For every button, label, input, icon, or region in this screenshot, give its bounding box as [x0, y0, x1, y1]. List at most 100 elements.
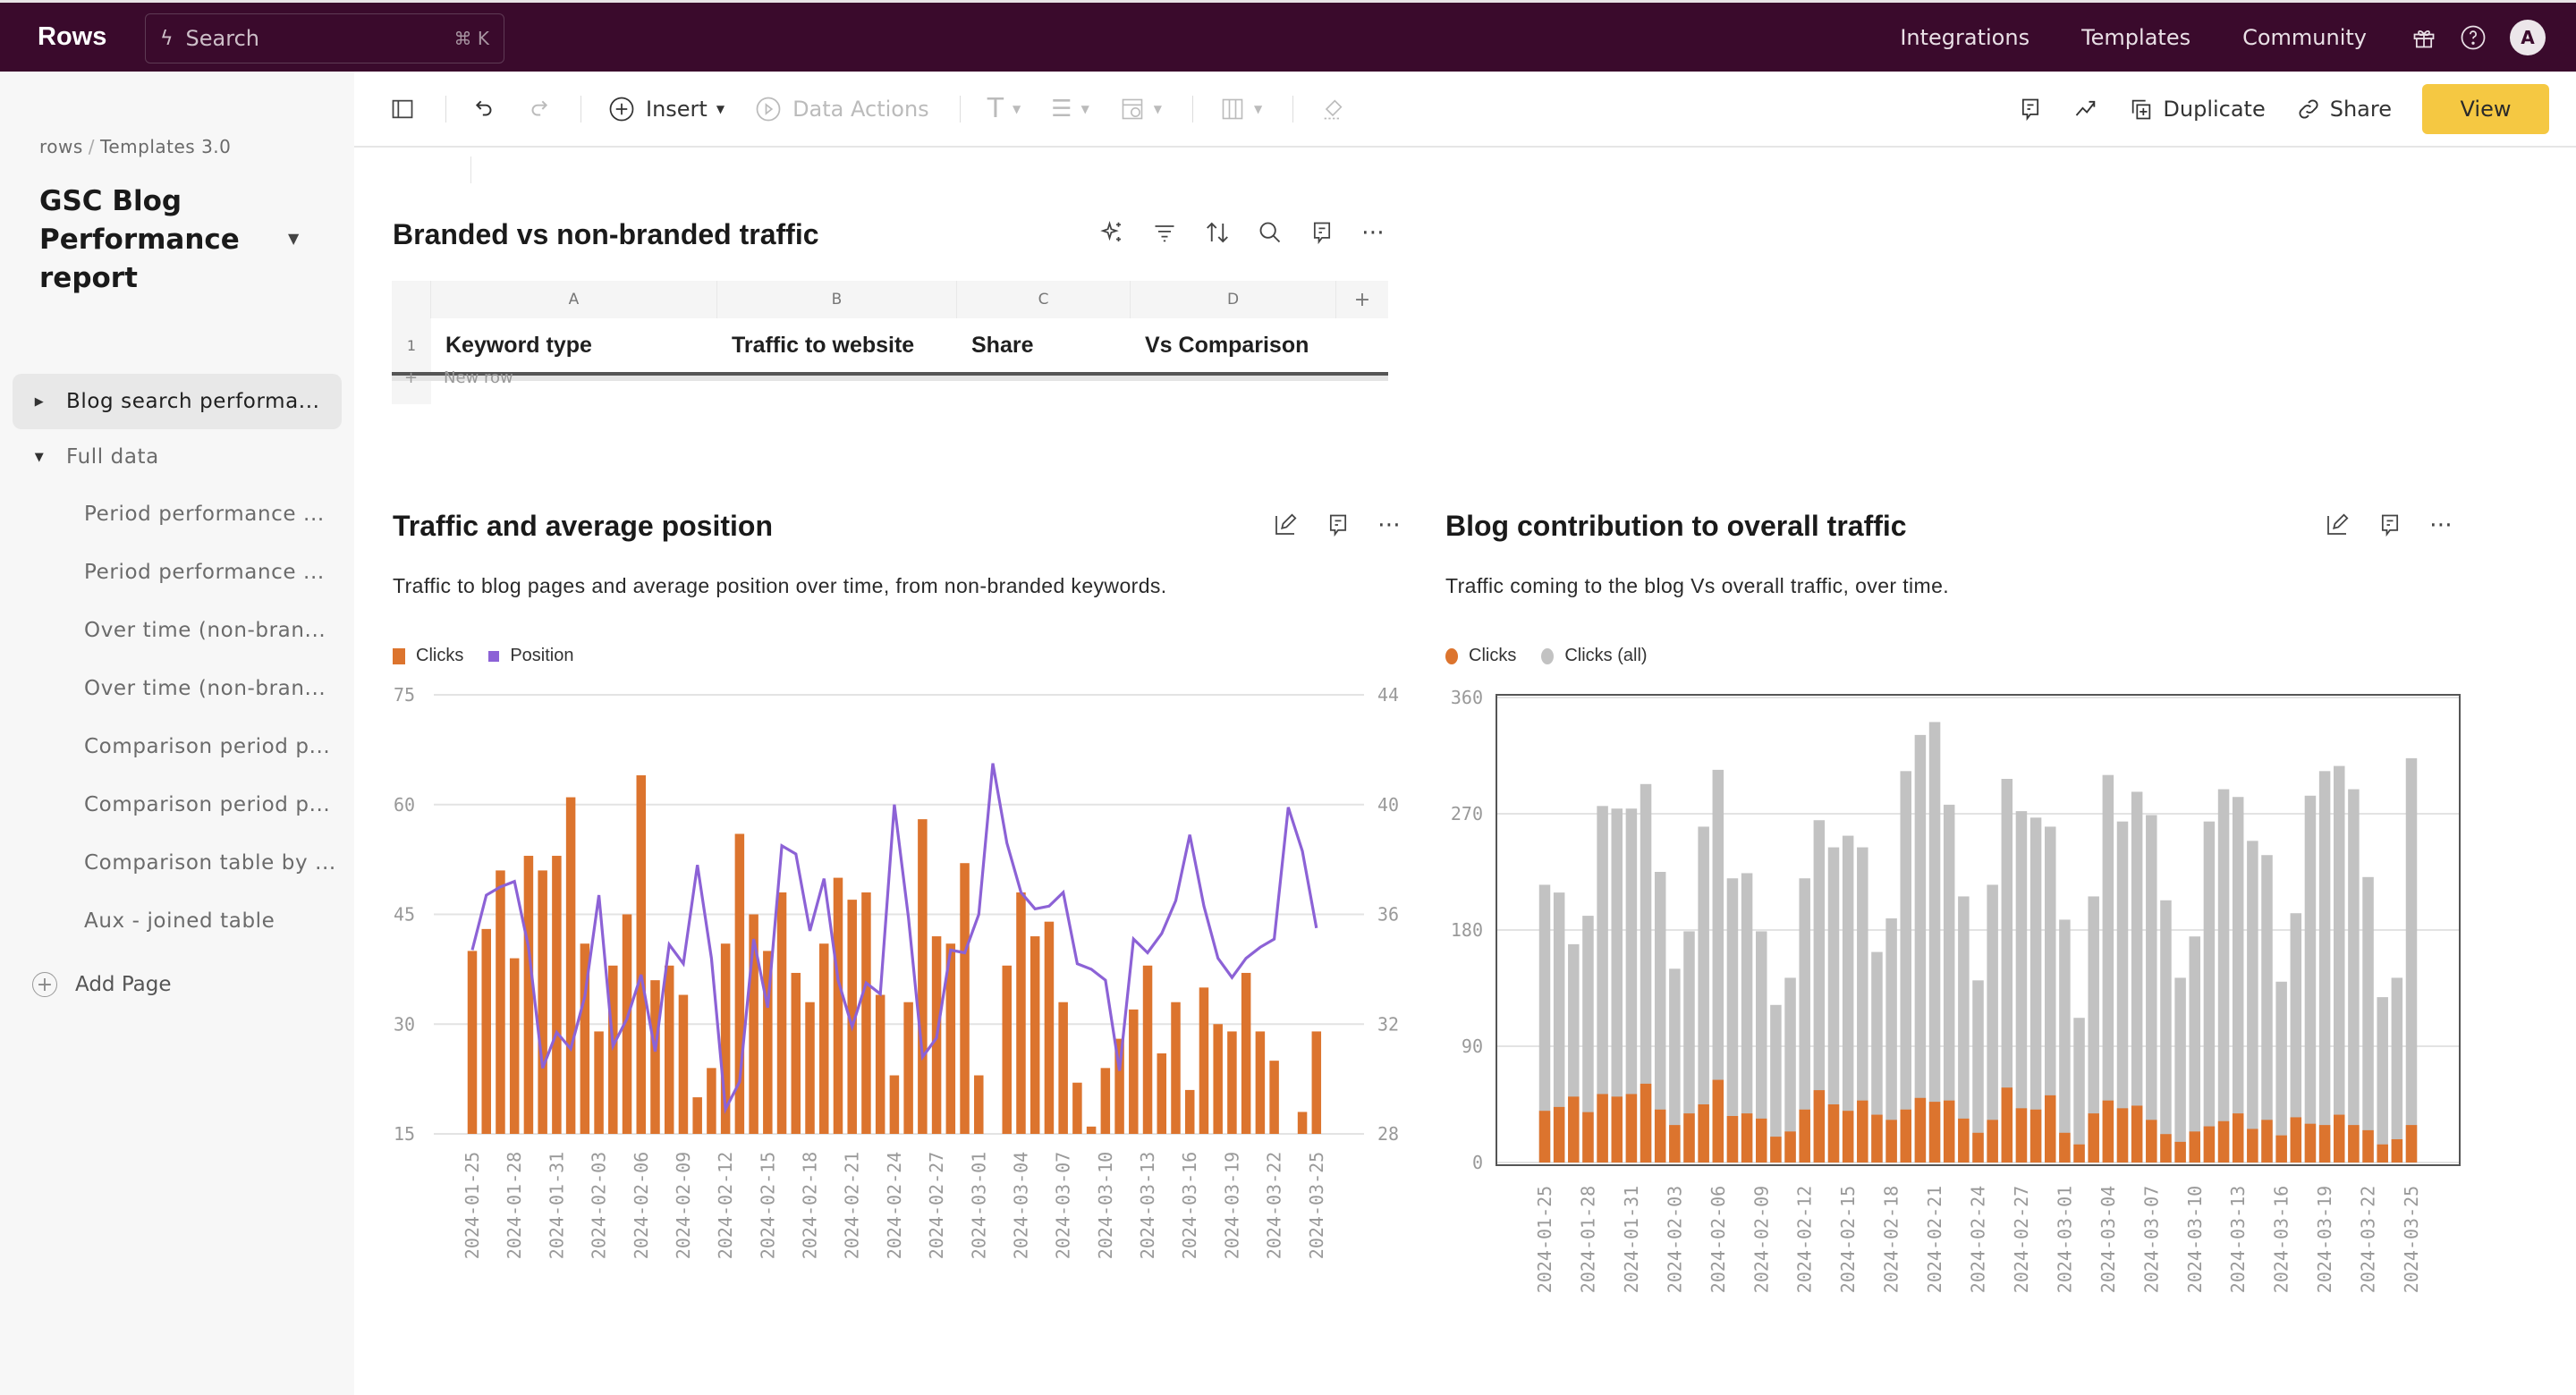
- trend-icon[interactable]: [2073, 97, 2098, 122]
- rows-logo[interactable]: Rows: [38, 22, 106, 52]
- clicks-bar: [1142, 965, 1153, 1134]
- play-circle-icon: [756, 97, 781, 121]
- clicks-bar: [1712, 1079, 1724, 1162]
- nav-community[interactable]: Community: [2242, 25, 2367, 50]
- clicks-bar: [776, 892, 787, 1134]
- more-options-icon[interactable]: ⋯: [1377, 512, 1401, 538]
- page-full-data[interactable]: ▼ Full data: [13, 429, 342, 485]
- clicks-all-bar: [2391, 977, 2403, 1162]
- legend-item-clicks-all[interactable]: Clicks (all): [1541, 646, 1648, 666]
- duplicate-button[interactable]: Duplicate: [2129, 97, 2266, 122]
- x-tick-label: 2024-02-24: [1968, 1186, 1989, 1293]
- clicks-bar: [1784, 1131, 1796, 1162]
- number-format-button[interactable]: ▼: [1220, 97, 1262, 122]
- x-tick-label: 2024-02-15: [757, 1152, 778, 1259]
- clicks-all-bar: [2203, 821, 2216, 1162]
- clicks-bar: [2015, 1108, 2028, 1162]
- x-tick-label: 2024-03-10: [1095, 1152, 1116, 1259]
- clicks-bar: [1227, 1031, 1237, 1134]
- comment-icon[interactable]: [1326, 512, 1351, 537]
- clicks-bar: [861, 892, 871, 1134]
- toolbar-divider: [580, 95, 581, 123]
- legend-item-clicks[interactable]: Clicks: [393, 646, 463, 666]
- subpage-item[interactable]: Aux - joined table: [13, 892, 342, 950]
- corner-cell[interactable]: [392, 281, 431, 318]
- share-button[interactable]: Share: [2296, 97, 2392, 122]
- new-row-plus-icon: +: [404, 368, 419, 387]
- add-page-button[interactable]: + Add Page: [13, 953, 342, 1016]
- help-icon[interactable]: [2460, 24, 2487, 51]
- comment-icon[interactable]: [2377, 512, 2402, 537]
- caret-down-icon[interactable]: ▼: [13, 451, 66, 464]
- caret-down-icon: ▼: [1013, 102, 1021, 115]
- breadcrumb-folder[interactable]: Templates 3.0: [100, 136, 231, 157]
- caret-right-icon[interactable]: ▶: [13, 395, 66, 409]
- new-row-button[interactable]: + New row: [392, 368, 1388, 387]
- toggle-sidebar-button[interactable]: [390, 97, 415, 122]
- column-header-a[interactable]: A: [431, 281, 717, 318]
- sort-icon[interactable]: [1204, 219, 1231, 246]
- clicks-bar: [1157, 1053, 1167, 1134]
- ai-sparkle-icon[interactable]: [1098, 219, 1125, 246]
- view-button[interactable]: View: [2422, 83, 2549, 134]
- clicks-bar: [2275, 1135, 2287, 1162]
- legend-item-position[interactable]: Position: [488, 646, 574, 666]
- document-menu-caret-icon[interactable]: ▼: [288, 230, 299, 247]
- subpage-item[interactable]: Period performance ...: [13, 543, 342, 601]
- subpage-item[interactable]: Comparison period p...: [13, 775, 342, 833]
- clicks-bar: [1058, 1002, 1068, 1134]
- more-options-icon[interactable]: ⋯: [2429, 512, 2453, 538]
- clear-format-button[interactable]: [1320, 97, 1345, 122]
- user-avatar[interactable]: A: [2510, 19, 2546, 55]
- clicks-all-bar: [2146, 815, 2157, 1162]
- edit-icon[interactable]: [2324, 512, 2351, 538]
- x-tick-label: 2024-02-06: [1707, 1186, 1729, 1293]
- subpage-item[interactable]: Comparison table by ...: [13, 833, 342, 892]
- sheet-gutter-divider: [470, 156, 471, 183]
- row-number[interactable]: 1: [392, 318, 431, 372]
- filter-icon[interactable]: [1152, 220, 1177, 245]
- column-header-c[interactable]: C: [957, 281, 1131, 318]
- comment-icon[interactable]: [1309, 220, 1335, 245]
- comments-icon[interactable]: [2018, 97, 2043, 122]
- align-button[interactable]: ☰ ▼: [1051, 96, 1089, 123]
- gift-icon[interactable]: [2411, 25, 2436, 50]
- page-label: Full data: [66, 445, 159, 469]
- legend-item-clicks[interactable]: Clicks: [1445, 646, 1516, 666]
- add-column-button[interactable]: +: [1336, 281, 1388, 318]
- table-title[interactable]: Branded vs non-branded traffic: [393, 218, 819, 251]
- more-options-icon[interactable]: ⋯: [1361, 219, 1385, 246]
- column-header-d[interactable]: D: [1131, 281, 1336, 318]
- edit-icon[interactable]: [1272, 512, 1299, 538]
- clicks-bar: [791, 972, 801, 1134]
- header-cell[interactable]: Traffic to website: [717, 333, 957, 359]
- top-bar: Rows ϟ Search ⌘ K Integrations Templates…: [0, 0, 2576, 72]
- clicks-bar: [1016, 892, 1026, 1134]
- header-cell[interactable]: Vs Comparison: [1131, 333, 1336, 359]
- cell-style-button[interactable]: ▼: [1120, 97, 1162, 122]
- x-tick-label: 2024-01-28: [1577, 1186, 1598, 1293]
- search-input[interactable]: ϟ Search ⌘ K: [145, 13, 504, 63]
- document-title[interactable]: GSC Blog Performance report: [39, 182, 272, 298]
- data-actions-button[interactable]: Data Actions: [755, 96, 929, 123]
- undo-button[interactable]: [473, 97, 496, 121]
- text-format-button[interactable]: T ▼: [987, 93, 1021, 124]
- chart2-title[interactable]: Blog contribution to overall traffic: [1445, 510, 1907, 543]
- clicks-bar: [1827, 1104, 1840, 1162]
- subpage-item[interactable]: Period performance ...: [13, 485, 342, 543]
- subpage-item[interactable]: Over time (non-bran...: [13, 601, 342, 659]
- search-icon[interactable]: [1258, 220, 1283, 245]
- header-cell[interactable]: Share: [957, 333, 1131, 359]
- nav-integrations[interactable]: Integrations: [1900, 25, 2029, 50]
- search-shortcut: ⌘ K: [453, 28, 489, 49]
- header-cell[interactable]: Keyword type: [431, 333, 717, 359]
- subpage-item[interactable]: Over time (non-bran...: [13, 659, 342, 717]
- breadcrumb-rows[interactable]: rows: [39, 136, 83, 157]
- chart1-title[interactable]: Traffic and average position: [393, 510, 773, 543]
- subpage-item[interactable]: Comparison period p...: [13, 717, 342, 775]
- nav-templates[interactable]: Templates: [2081, 25, 2190, 50]
- insert-menu-button[interactable]: Insert ▼: [608, 96, 724, 123]
- redo-button[interactable]: [527, 97, 550, 121]
- column-header-b[interactable]: B: [717, 281, 957, 318]
- page-blog-search-performance[interactable]: ▶ Blog search performa...: [13, 374, 342, 429]
